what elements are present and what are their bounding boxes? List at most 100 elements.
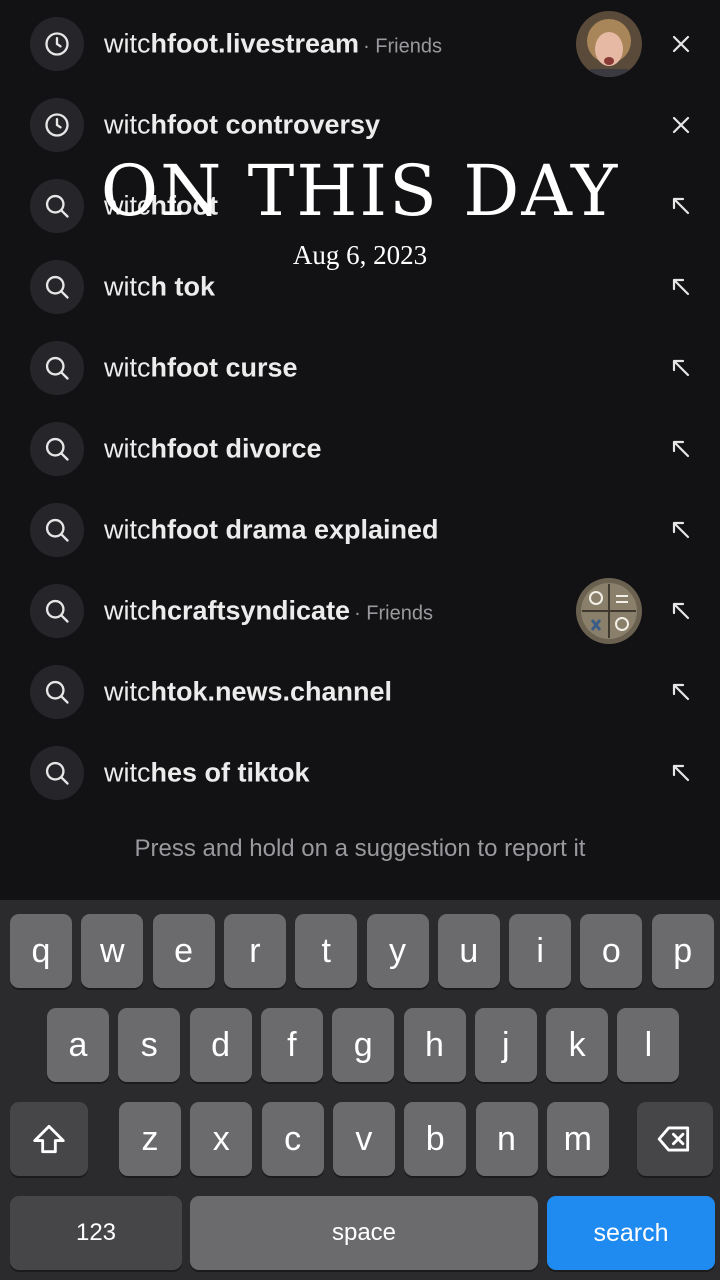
suggestion-text: witchfoot [104, 190, 218, 221]
suggestion-row[interactable]: witchfoot controversy [0, 84, 720, 165]
remove-icon[interactable] [664, 27, 698, 61]
suggested-completion: hfoot drama explained [150, 514, 439, 544]
keyboard: q w e r t y u i o p a s d f g h j k l z x c v b n m 123 space search [0, 900, 720, 1280]
key-o[interactable]: o [580, 914, 643, 988]
friends-tag: · Friends [363, 35, 442, 57]
remove-icon[interactable] [664, 108, 698, 142]
search-icon [30, 745, 84, 800]
suggestion-text: witchfoot drama explained [104, 514, 439, 545]
key-z[interactable]: z [119, 1102, 181, 1176]
suggested-completion: hfoot.livestream [150, 28, 360, 58]
suggestion-text: witchfoot divorce [104, 433, 322, 464]
key-l[interactable]: l [617, 1008, 680, 1082]
typed-prefix: witc [104, 190, 151, 220]
arrow-up-left-icon[interactable] [664, 270, 698, 304]
key-q[interactable]: q [10, 914, 72, 988]
arrow-up-left-icon[interactable] [664, 432, 698, 466]
key-g[interactable]: g [332, 1008, 395, 1082]
key-d[interactable]: d [189, 1008, 252, 1082]
friends-tag: · Friends [354, 602, 433, 624]
arrow-up-left-icon[interactable] [664, 675, 698, 709]
search-icon [30, 583, 84, 638]
numbers-key[interactable]: 123 [10, 1196, 182, 1270]
suggestion-text: witchcraftsyndicate · Friends [104, 595, 433, 626]
search-key[interactable]: search [547, 1196, 715, 1270]
arrow-up-left-icon[interactable] [664, 189, 698, 223]
key-v[interactable]: v [332, 1102, 395, 1176]
arrow-up-left-icon[interactable] [664, 513, 698, 547]
key-h[interactable]: h [403, 1008, 466, 1082]
suggested-completion: hcraftsyndicate [150, 595, 351, 625]
suggestion-row[interactable]: witchfoot divorce [0, 408, 720, 489]
key-s[interactable]: s [118, 1008, 181, 1082]
key-j[interactable]: j [474, 1008, 537, 1082]
key-i[interactable]: i [509, 914, 572, 988]
space-key[interactable]: space [190, 1196, 538, 1270]
suggestion-row[interactable]: witch tok [0, 246, 720, 327]
suggestion-text: witch tok [104, 271, 215, 302]
shift-icon [33, 1124, 65, 1154]
suggested-completion: hfoot divorce [150, 433, 322, 463]
suggested-completion: htok.news.channel [150, 676, 393, 706]
suggestion-row[interactable]: witchfoot curse [0, 327, 720, 408]
report-hint: Press and hold on a suggestion to report… [134, 835, 586, 862]
suggestion-text: witchfoot.livestream · Friends [104, 28, 442, 59]
typed-prefix: witc [104, 433, 151, 463]
suggested-completion: hfoot controversy [150, 109, 381, 139]
typed-prefix: witc [104, 595, 151, 625]
shift-key[interactable] [10, 1102, 88, 1176]
suggestion-text: witches of tiktok [104, 757, 310, 788]
suggestion-text: witchtok.news.channel [104, 676, 392, 707]
typed-prefix: witc [104, 28, 151, 58]
key-n[interactable]: n [475, 1102, 538, 1176]
key-f[interactable]: f [260, 1008, 323, 1082]
typed-prefix: witc [104, 109, 151, 139]
search-icon [30, 178, 84, 233]
suggestion-row[interactable]: witchfoot drama explained [0, 489, 720, 570]
suggested-completion: h tok [150, 271, 216, 301]
key-e[interactable]: e [152, 914, 215, 988]
suggested-completion: hfoot curse [150, 352, 298, 382]
typed-prefix: witc [104, 271, 151, 301]
search-icon [30, 340, 84, 395]
key-k[interactable]: k [546, 1008, 609, 1082]
typed-prefix: witc [104, 514, 151, 544]
clock-icon [30, 16, 84, 71]
typed-prefix: witc [104, 676, 151, 706]
key-y[interactable]: y [366, 914, 429, 988]
key-a[interactable]: a [47, 1008, 109, 1082]
key-w[interactable]: w [81, 914, 144, 988]
search-icon [30, 502, 84, 557]
key-t[interactable]: t [295, 914, 358, 988]
key-m[interactable]: m [546, 1102, 609, 1176]
suggestion-list: witchfoot.livestream · Friends witchfoot c… [0, 0, 720, 813]
suggestion-text: witchfoot controversy [104, 109, 380, 140]
suggestion-text: witchfoot curse [104, 352, 298, 383]
arrow-up-left-icon[interactable] [664, 756, 698, 790]
suggestion-row[interactable]: witchfoot.livestream · Friends [0, 3, 720, 84]
key-b[interactable]: b [404, 1102, 467, 1176]
key-x[interactable]: x [190, 1102, 253, 1176]
suggested-completion: hfoot [150, 190, 218, 220]
suggestion-row[interactable]: witches of tiktok [0, 732, 720, 813]
key-r[interactable]: r [223, 914, 286, 988]
backspace-icon [657, 1126, 690, 1152]
clock-icon [30, 97, 84, 152]
search-icon [30, 421, 84, 476]
search-icon [30, 664, 84, 719]
avatar [576, 577, 642, 644]
arrow-up-left-icon[interactable] [664, 351, 698, 385]
search-icon [30, 259, 84, 314]
avatar [576, 10, 642, 77]
backspace-key[interactable] [637, 1102, 713, 1176]
suggestion-row[interactable]: witchcraftsyndicate · Friends [0, 570, 720, 651]
arrow-up-left-icon[interactable] [664, 594, 698, 628]
suggestion-row[interactable]: witchfoot [0, 165, 720, 246]
key-p[interactable]: p [651, 914, 714, 988]
typed-prefix: witc [104, 352, 151, 382]
typed-prefix: witc [104, 757, 151, 787]
suggested-completion: hes of tiktok [150, 757, 310, 787]
key-c[interactable]: c [261, 1102, 324, 1176]
key-u[interactable]: u [437, 914, 500, 988]
suggestion-row[interactable]: witchtok.news.channel [0, 651, 720, 732]
